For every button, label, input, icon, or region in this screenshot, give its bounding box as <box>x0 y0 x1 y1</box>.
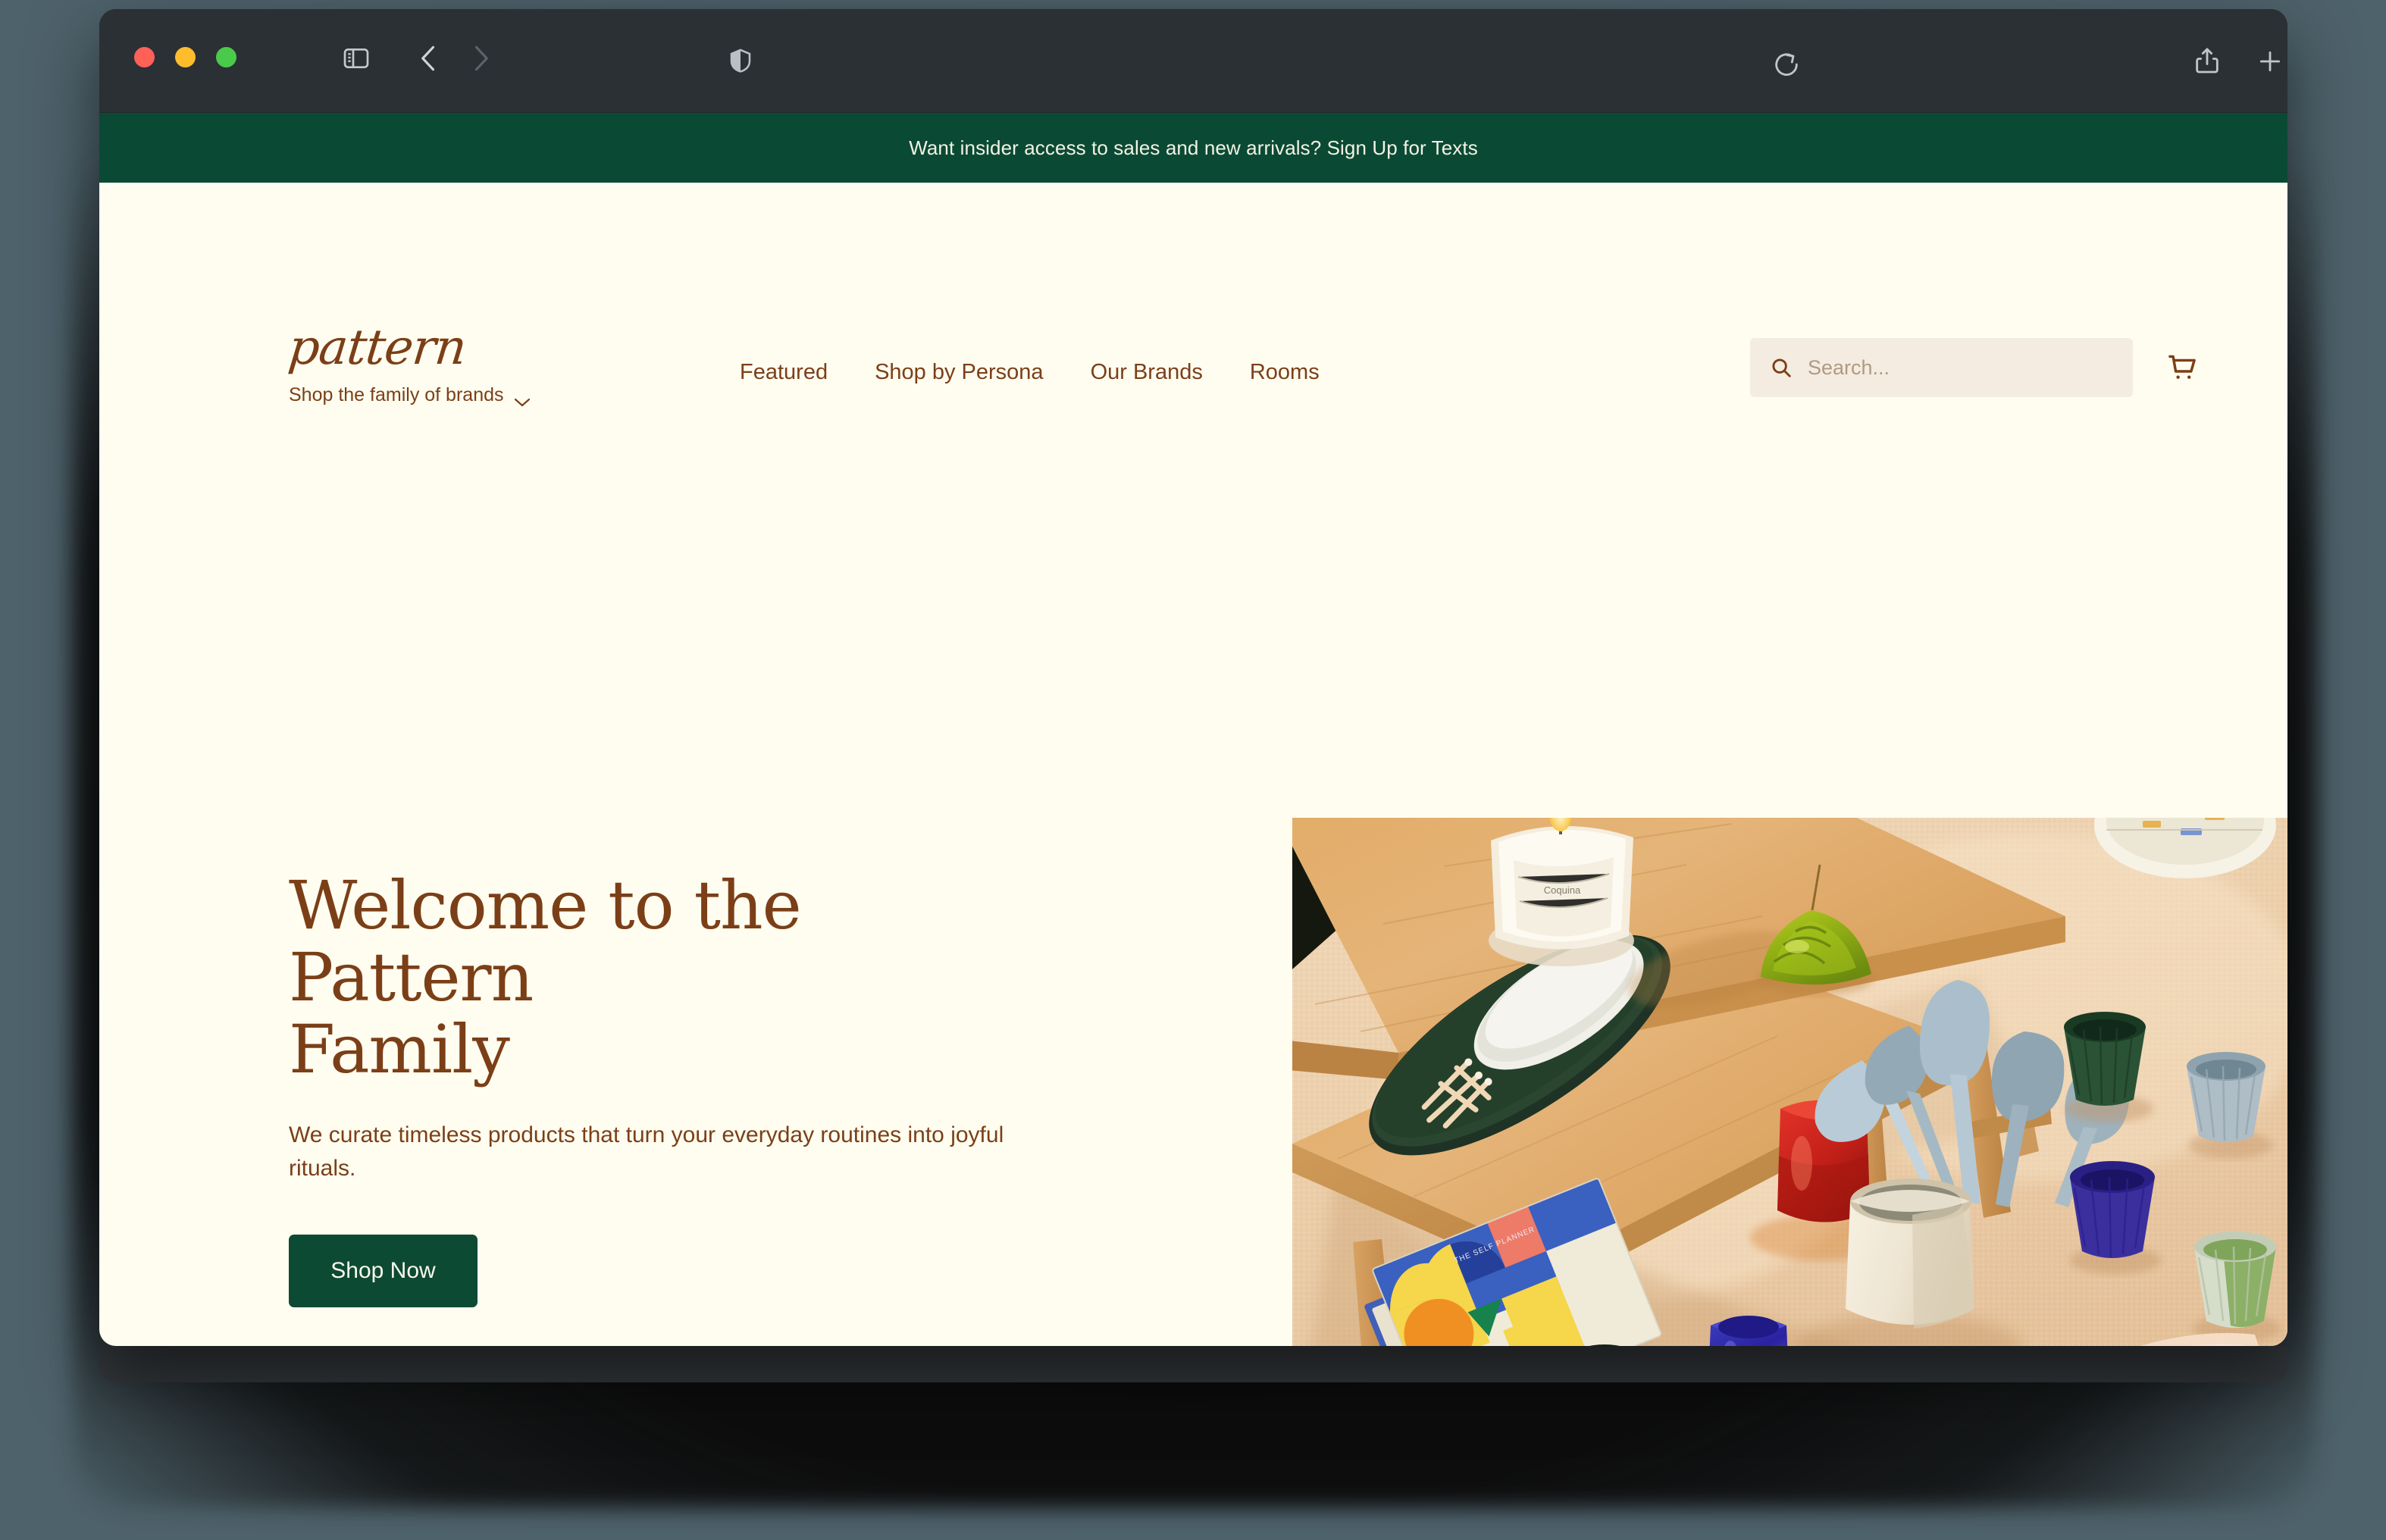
reload-icon[interactable] <box>1771 49 1802 80</box>
hero-image: Coquina THE SELF PLANNER <box>1292 818 2287 1346</box>
announcement-bar[interactable]: Want insider access to sales and new arr… <box>99 113 2287 183</box>
svg-text:Coquina: Coquina <box>1544 884 1581 896</box>
privacy-shield-icon[interactable] <box>726 44 755 77</box>
announcement-text[interactable]: Want insider access to sales and new arr… <box>909 136 1478 160</box>
page-title: Welcome to the Pattern Family <box>289 869 1009 1085</box>
webpage-viewport: Want insider access to sales and new arr… <box>99 113 2287 1346</box>
hero-subtitle: We curate timeless products that turn yo… <box>289 1122 1004 1182</box>
hero-title-line-1: Welcome to the Pattern <box>289 866 802 1017</box>
forward-arrow-icon[interactable] <box>463 39 498 77</box>
browser-window: Want insider access to sales and new arr… <box>99 9 2287 1346</box>
browser-titlebar <box>99 9 2287 113</box>
hero-title-line-2: Family <box>289 1010 510 1089</box>
hero-section: Welcome to the Pattern Family We curate … <box>99 327 2287 1346</box>
sidebar-toggle-icon[interactable] <box>340 42 372 74</box>
shop-now-button[interactable]: Shop Now <box>289 1234 478 1307</box>
close-window-button[interactable] <box>134 47 155 67</box>
back-arrow-icon[interactable] <box>412 39 446 77</box>
plus-icon[interactable] <box>2254 45 2286 77</box>
desktop-backdrop: Want insider access to sales and new arr… <box>0 0 2386 1540</box>
zoom-window-button[interactable] <box>216 47 236 67</box>
browser-bottom-bar <box>99 1346 2287 1382</box>
share-icon[interactable] <box>2191 42 2223 79</box>
hero-copy: Welcome to the Pattern Family We curate … <box>289 869 1009 1307</box>
window-traffic-lights <box>134 47 236 67</box>
site-header <box>99 183 2287 327</box>
minimize-window-button[interactable] <box>175 47 196 67</box>
